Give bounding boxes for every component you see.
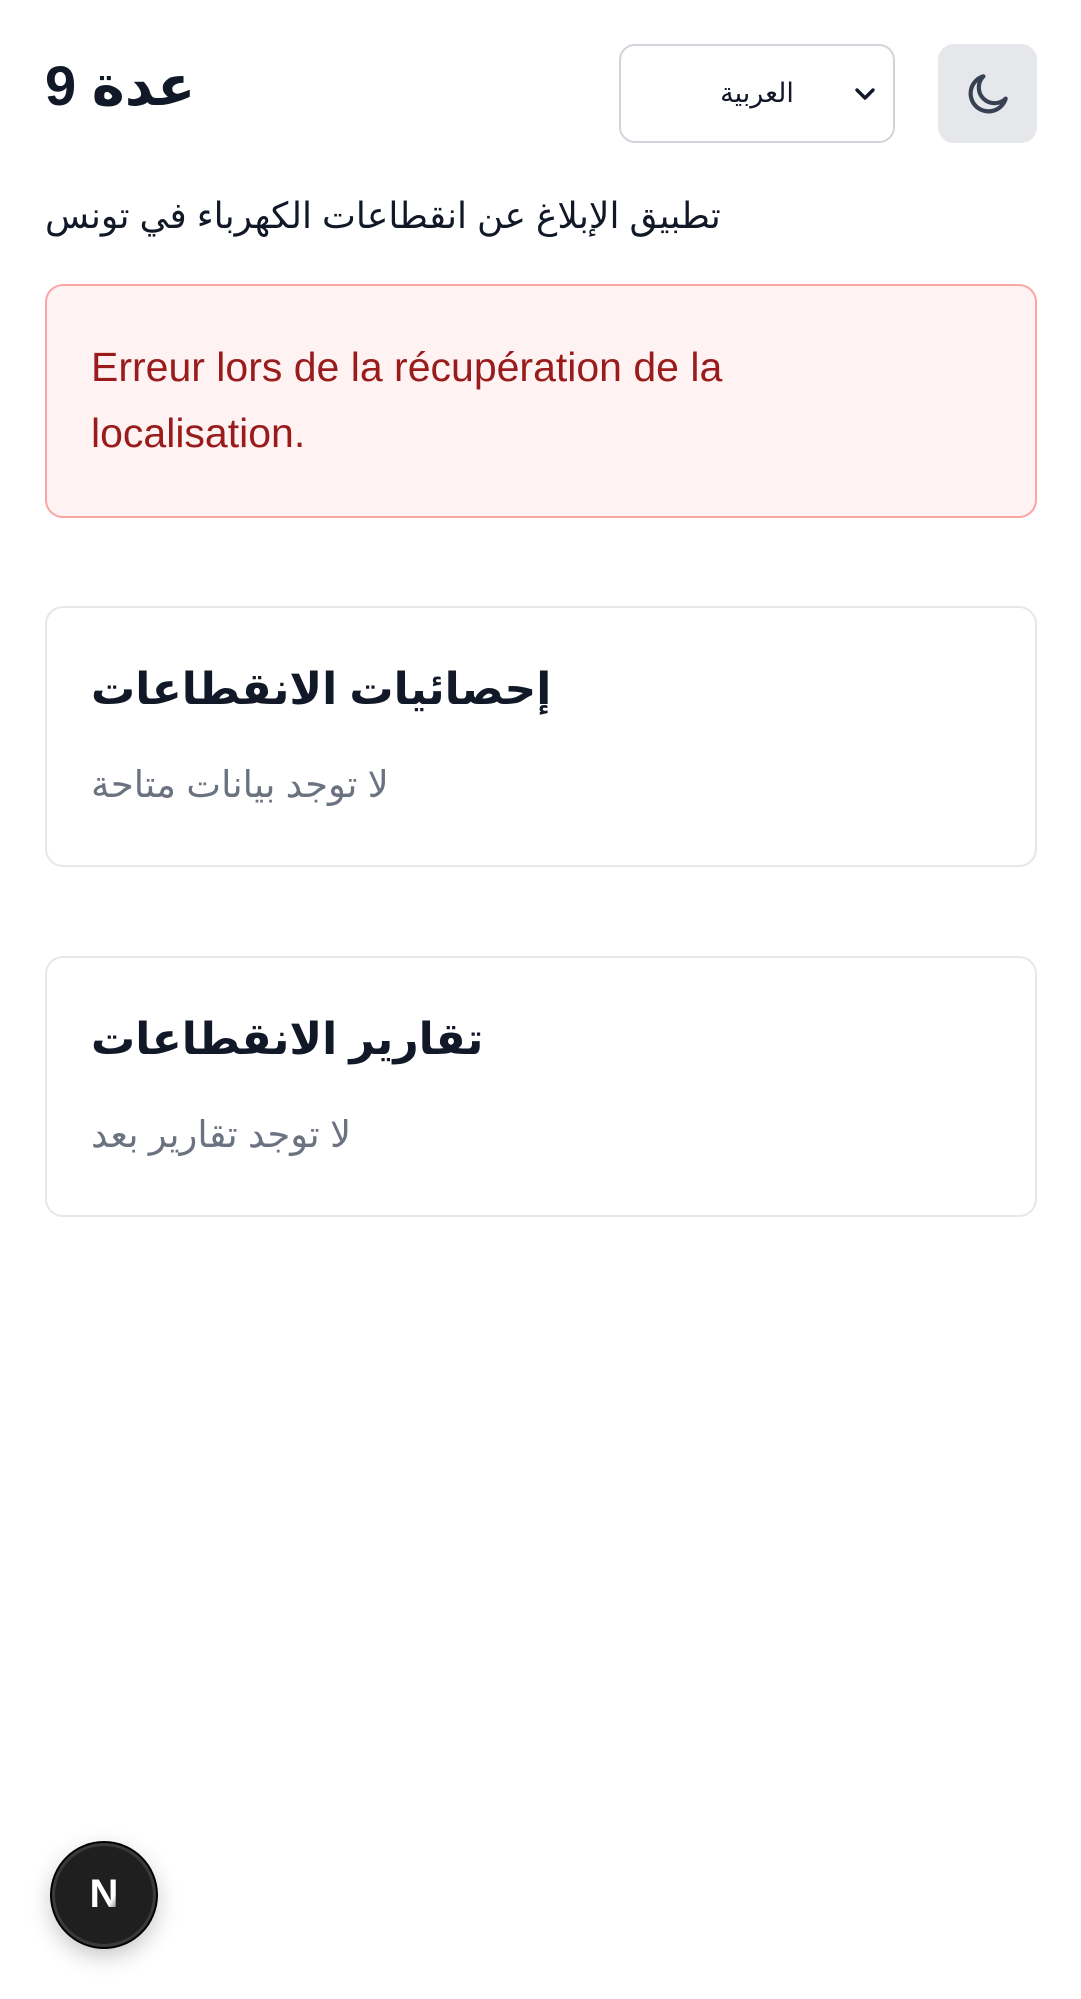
app-page: عدة 9 العربية تطبيق الإبلاغ عن انقطاعات …: [0, 0, 1081, 1999]
theme-toggle-button[interactable]: [938, 44, 1037, 143]
moon-icon: [968, 73, 1008, 113]
header: عدة 9 العربية: [45, 44, 1037, 143]
error-message: Erreur lors de la récupération de la loc…: [91, 343, 723, 456]
stats-empty-text: لا توجد بيانات متاحة: [91, 763, 389, 805]
reports-card-title: تقارير الانقطاعات: [91, 1014, 484, 1064]
stats-card-title: إحصائيات الانقطاعات: [91, 664, 552, 714]
app-title: عدة 9: [45, 54, 196, 117]
app-subtitle: تطبيق الإبلاغ عن انقطاعات الكهرباء في تو…: [45, 195, 721, 236]
nextjs-dev-badge[interactable]: N: [52, 1843, 156, 1947]
nextjs-logo-letter: N: [90, 1872, 119, 1916]
error-alert: Erreur lors de la récupération de la loc…: [45, 283, 1037, 518]
language-select[interactable]: العربية: [619, 44, 895, 143]
reports-card: تقارير الانقطاعات لا توجد تقارير بعد: [45, 955, 1037, 1218]
nextjs-logo-icon: N: [90, 1872, 119, 1916]
reports-empty-text: لا توجد تقارير بعد: [91, 1113, 352, 1155]
stats-card: إحصائيات الانقطاعات لا توجد بيانات متاحة: [45, 605, 1037, 867]
